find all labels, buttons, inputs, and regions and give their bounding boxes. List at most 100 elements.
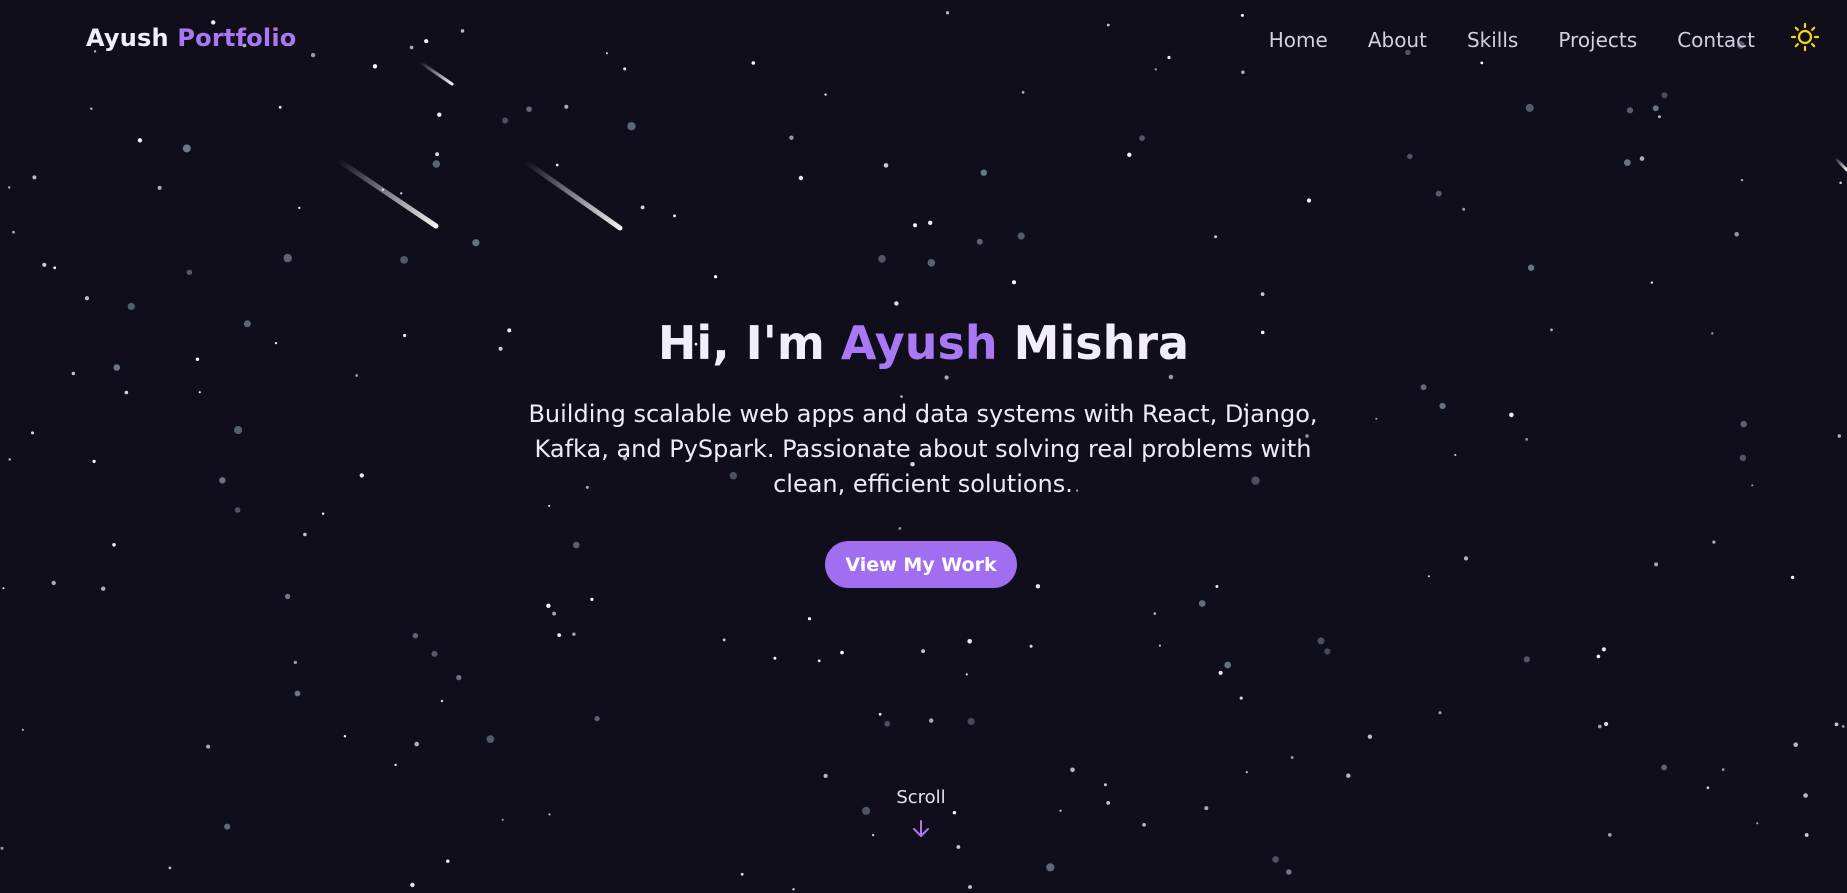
hero-title: Hi, I'm Ayush Mishra	[0, 313, 1847, 373]
star	[1317, 637, 1325, 645]
star	[502, 117, 509, 124]
star	[440, 699, 444, 703]
star	[807, 617, 812, 621]
star	[486, 735, 495, 743]
star	[1525, 103, 1534, 112]
star	[1306, 198, 1312, 203]
star	[1106, 801, 1111, 805]
star	[435, 152, 439, 157]
star	[1527, 264, 1535, 271]
star	[157, 185, 162, 190]
star	[1661, 92, 1668, 99]
star	[1029, 644, 1033, 648]
star	[1804, 833, 1809, 837]
brand-logo[interactable]: Ayush Portfolio	[86, 24, 296, 52]
nav-link-projects[interactable]: Projects	[1558, 28, 1637, 52]
star	[92, 459, 96, 463]
star	[90, 107, 93, 110]
star	[1639, 156, 1645, 161]
star	[400, 256, 408, 264]
star	[1260, 292, 1265, 296]
star	[432, 160, 441, 168]
star	[51, 580, 56, 586]
star	[1462, 207, 1466, 211]
star	[410, 882, 415, 888]
star	[1407, 153, 1413, 160]
star	[1324, 648, 1331, 655]
star	[1439, 402, 1446, 410]
star	[283, 253, 292, 263]
brand-name: Ayush	[86, 24, 169, 52]
star	[884, 720, 891, 727]
star	[1834, 722, 1839, 727]
shooting-star	[335, 157, 439, 229]
star	[198, 391, 201, 394]
star	[1657, 115, 1661, 119]
star	[1654, 562, 1659, 567]
star	[1168, 374, 1174, 380]
star	[1139, 135, 1145, 142]
nav-link-home[interactable]: Home	[1269, 28, 1328, 52]
star	[1046, 863, 1055, 872]
arrow-down-icon	[913, 820, 929, 837]
star	[137, 138, 143, 143]
star	[124, 390, 129, 395]
star	[1286, 869, 1292, 875]
star	[883, 163, 889, 168]
star	[1734, 232, 1739, 237]
star	[980, 169, 987, 176]
star	[1650, 281, 1654, 284]
star	[555, 163, 559, 167]
star	[1142, 823, 1146, 827]
star	[1740, 420, 1747, 428]
star	[862, 806, 871, 816]
scroll-indicator[interactable]: Scroll	[874, 787, 968, 840]
star	[278, 105, 282, 109]
view-my-work-button[interactable]: View My Work	[825, 541, 1017, 588]
star	[526, 106, 532, 112]
star	[546, 603, 551, 608]
theme-toggle-button[interactable]	[1790, 22, 1820, 52]
star	[1790, 575, 1795, 580]
portfolio-page: Ayush Portfolio Home About Skills Projec…	[0, 0, 1847, 893]
star	[976, 238, 983, 245]
star	[112, 543, 116, 547]
star	[219, 477, 226, 484]
star	[773, 656, 777, 660]
star	[1215, 585, 1219, 588]
star	[928, 220, 933, 225]
nav-link-about[interactable]: About	[1368, 28, 1427, 52]
star	[789, 135, 794, 140]
hero-subtitle: Building scalable web apps and data syst…	[528, 400, 1318, 498]
star	[431, 650, 438, 657]
star	[548, 504, 551, 507]
star	[1127, 152, 1132, 157]
star	[394, 763, 397, 767]
brand-name-accent: Portfolio	[177, 24, 297, 52]
star	[1375, 417, 1378, 420]
star	[1346, 773, 1351, 778]
star	[1103, 783, 1107, 787]
star	[722, 638, 726, 642]
star	[1427, 575, 1430, 578]
star	[557, 633, 562, 637]
star	[1597, 724, 1602, 729]
star	[1420, 384, 1427, 391]
star	[640, 205, 645, 210]
star	[456, 674, 462, 681]
nav-link-skills[interactable]: Skills	[1467, 28, 1518, 52]
star	[284, 593, 291, 600]
star	[956, 845, 961, 849]
star	[965, 673, 968, 676]
scroll-label: Scroll	[896, 787, 946, 808]
star	[967, 717, 975, 726]
star	[1153, 612, 1157, 615]
star	[1751, 484, 1754, 487]
star	[792, 888, 795, 891]
star	[590, 597, 594, 602]
nav-link-contact[interactable]: Contact	[1677, 28, 1755, 52]
star	[31, 431, 34, 435]
star	[548, 813, 551, 816]
star	[12, 230, 15, 234]
star	[186, 269, 193, 275]
